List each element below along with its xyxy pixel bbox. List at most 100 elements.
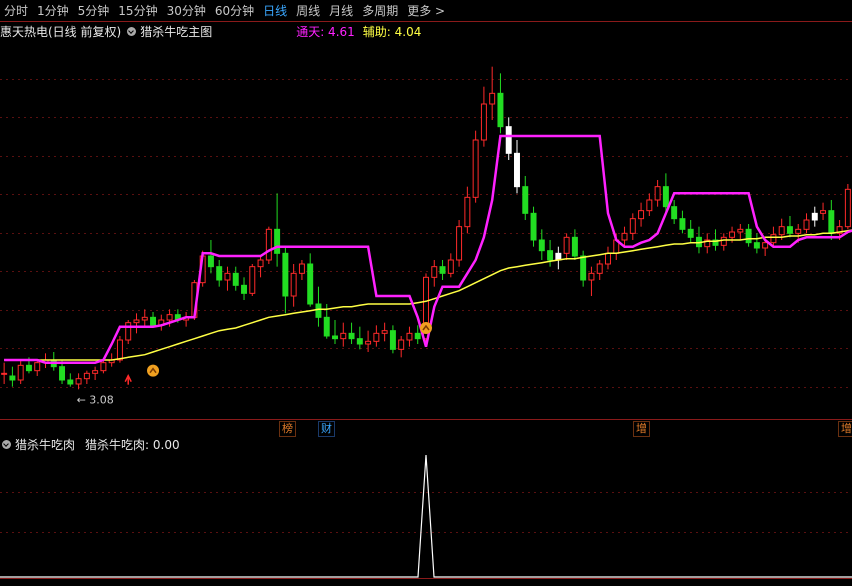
candlestick-chart[interactable]: ← 3.08 bbox=[0, 40, 852, 420]
candle bbox=[596, 260, 603, 280]
candle bbox=[522, 176, 529, 220]
sub-indicator-value: 猎杀牛吃肉: 0.00 bbox=[85, 437, 180, 452]
candle bbox=[158, 314, 165, 331]
candle-body bbox=[216, 266, 223, 281]
candle bbox=[381, 322, 388, 342]
candle-body bbox=[431, 266, 438, 278]
candle bbox=[50, 352, 57, 371]
event-badge-bang[interactable]: 榜 bbox=[279, 421, 296, 437]
tab-6[interactable]: 日线 bbox=[259, 1, 292, 21]
candle-body bbox=[224, 272, 231, 281]
event-badge-zeng-2[interactable]: 增 bbox=[838, 421, 852, 437]
candle-body bbox=[580, 255, 587, 281]
candle-body bbox=[720, 236, 727, 246]
candle bbox=[439, 260, 446, 280]
candle bbox=[1, 362, 8, 384]
candle-body bbox=[604, 252, 611, 265]
tab-3[interactable]: 15分钟 bbox=[114, 1, 162, 21]
candle bbox=[282, 246, 289, 314]
indicator-name[interactable]: 猎杀牛吃主图 bbox=[140, 23, 212, 40]
candle-body bbox=[464, 196, 471, 228]
candle-body bbox=[298, 263, 305, 274]
candle-body bbox=[265, 228, 272, 261]
candle-body bbox=[67, 379, 74, 385]
candle-body bbox=[17, 364, 24, 381]
indicator-menu-icon[interactable] bbox=[127, 26, 137, 36]
candle-body bbox=[323, 316, 330, 337]
candle bbox=[638, 202, 645, 227]
candle-body bbox=[621, 232, 628, 241]
candle-body bbox=[389, 330, 396, 350]
low-price-label: ← 3.08 bbox=[77, 393, 114, 406]
candle bbox=[447, 253, 454, 278]
candle-body bbox=[456, 226, 463, 261]
candle bbox=[307, 253, 314, 307]
tongtian-value: 通天: 4.61 bbox=[296, 24, 355, 39]
candle bbox=[497, 73, 504, 134]
candle-body bbox=[629, 218, 636, 234]
candle bbox=[687, 220, 694, 243]
candle bbox=[464, 186, 471, 234]
candle-body bbox=[332, 335, 338, 340]
sub-panel-info-bar: 猎杀牛吃肉 猎杀牛吃肉: 0.00 bbox=[0, 436, 852, 452]
candle bbox=[737, 224, 744, 240]
tab-10[interactable]: 更多 > bbox=[403, 1, 450, 21]
candle-body bbox=[290, 272, 297, 297]
candle bbox=[431, 260, 438, 287]
tab-8[interactable]: 月线 bbox=[325, 1, 358, 21]
candle bbox=[224, 266, 231, 291]
candle bbox=[629, 213, 636, 240]
sub-indicator-menu-icon[interactable] bbox=[2, 439, 11, 449]
candle-body bbox=[340, 332, 347, 340]
tab-5[interactable]: 60分钟 bbox=[211, 1, 259, 21]
candle bbox=[753, 233, 760, 254]
tab-2[interactable]: 5分钟 bbox=[74, 1, 115, 21]
tab-4[interactable]: 30分钟 bbox=[163, 1, 211, 21]
candle-body bbox=[729, 231, 736, 238]
candle-body bbox=[381, 330, 388, 334]
event-badge-cai[interactable]: 财 bbox=[318, 421, 335, 437]
signal-circle bbox=[147, 364, 160, 377]
candle bbox=[398, 336, 405, 358]
candle-body bbox=[365, 340, 372, 345]
candle-body bbox=[100, 362, 107, 372]
tab-0[interactable]: 分时 bbox=[0, 1, 33, 21]
candle-body bbox=[770, 234, 777, 244]
candle-body bbox=[803, 219, 810, 230]
candle bbox=[298, 260, 305, 280]
sub-indicator-chart[interactable] bbox=[0, 452, 852, 578]
candle bbox=[17, 360, 24, 384]
candle-body bbox=[356, 338, 363, 345]
candle-body bbox=[59, 366, 66, 381]
tab-7[interactable]: 周线 bbox=[292, 1, 325, 21]
tab-9[interactable]: 多周期 bbox=[358, 1, 403, 21]
tab-1[interactable]: 1分钟 bbox=[33, 1, 74, 21]
candle bbox=[720, 233, 727, 251]
sub-indicator-name[interactable]: 猎杀牛吃肉 bbox=[15, 436, 75, 453]
candle-body bbox=[737, 228, 744, 233]
event-badge-zeng[interactable]: 增 bbox=[633, 421, 650, 437]
candle bbox=[290, 264, 297, 307]
candle bbox=[621, 226, 628, 247]
candle bbox=[505, 117, 512, 160]
candle bbox=[844, 184, 851, 230]
candle-body bbox=[257, 259, 264, 268]
candle-body bbox=[25, 364, 32, 372]
candle-body bbox=[166, 314, 173, 321]
candle-body bbox=[571, 236, 578, 257]
candle bbox=[604, 246, 611, 270]
candle-body bbox=[9, 375, 16, 381]
candle-body bbox=[679, 218, 686, 230]
candle bbox=[34, 360, 41, 376]
candle bbox=[786, 216, 793, 238]
candle bbox=[646, 193, 653, 216]
candle-body bbox=[315, 303, 322, 318]
candle-body bbox=[116, 339, 123, 361]
candle bbox=[373, 325, 380, 347]
candle-body bbox=[472, 139, 479, 198]
candle-body bbox=[671, 206, 678, 220]
signal-circle bbox=[420, 322, 432, 334]
candle bbox=[67, 373, 74, 387]
candle-body bbox=[497, 92, 504, 128]
candle bbox=[241, 277, 248, 300]
